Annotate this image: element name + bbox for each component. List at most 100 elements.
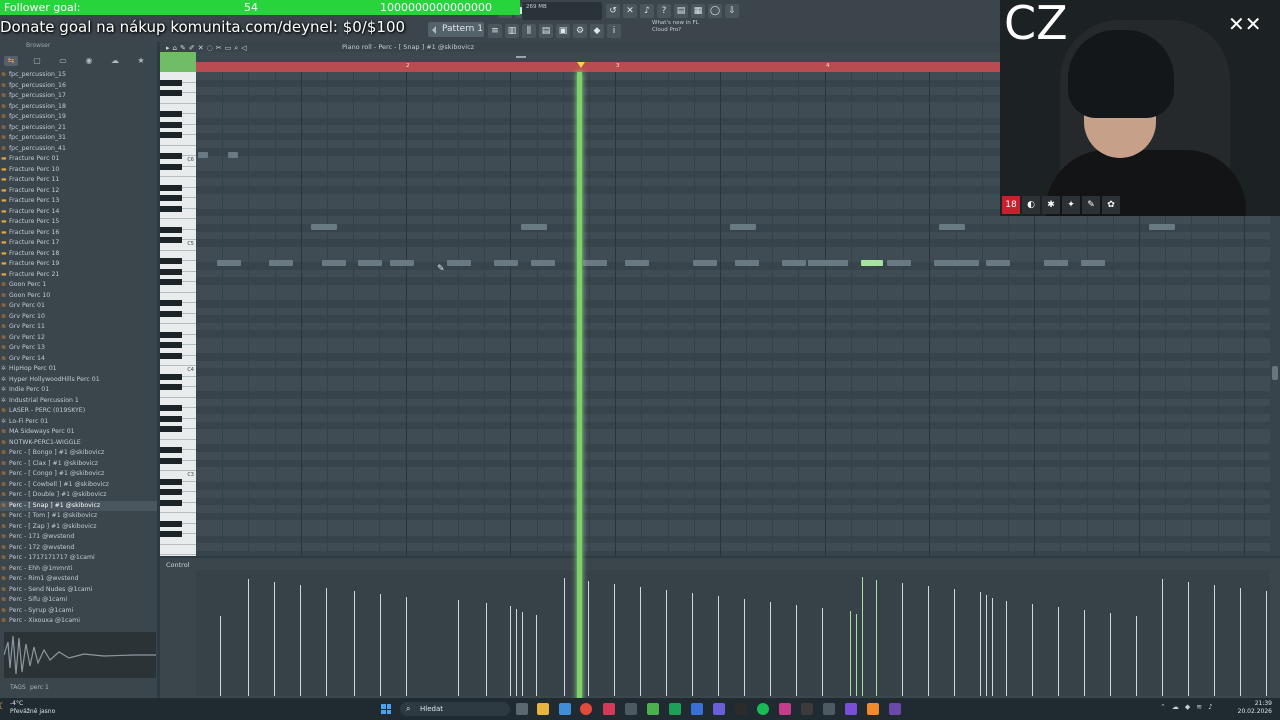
note[interactable]	[311, 224, 338, 230]
taskbar-clock[interactable]: 21:39 20.02.2026	[1222, 700, 1272, 716]
playhead-marker-icon[interactable]	[577, 62, 585, 68]
playlist-icon[interactable]: ≡	[488, 24, 502, 38]
piano-black-key[interactable]	[160, 384, 182, 390]
browser-item[interactable]: ▬ Fracture Perc 19	[0, 259, 157, 270]
piano-black-key[interactable]	[160, 226, 182, 233]
browser-item[interactable]: ≋ Grv Perc 14	[0, 354, 157, 365]
piano-black-key[interactable]	[160, 90, 182, 96]
velocity-stem[interactable]	[1006, 601, 1007, 696]
note[interactable]	[693, 260, 718, 266]
piano-black-key[interactable]	[160, 163, 182, 170]
velocity-stem[interactable]	[564, 578, 565, 696]
note[interactable]	[1148, 224, 1175, 230]
vertical-scroll-thumb[interactable]	[1272, 366, 1278, 380]
velocity-stem[interactable]	[954, 589, 955, 696]
browser-item[interactable]: ▬ Fracture Perc 17	[0, 238, 157, 249]
velocity-stem[interactable]	[458, 600, 459, 696]
browser-item[interactable]: ≋ Perc - Rim1 @wvstend	[0, 574, 157, 585]
piano-black-key[interactable]	[160, 279, 182, 285]
browser-project-icon[interactable]: ▭	[56, 56, 70, 66]
note[interactable]	[955, 260, 980, 266]
timeline-ruler[interactable]: 2 3 4	[196, 62, 1000, 72]
note[interactable]	[269, 260, 294, 266]
velocity-stem[interactable]	[1240, 588, 1241, 696]
horizontal-scrollbar[interactable]	[196, 52, 1000, 62]
note[interactable]	[1044, 260, 1069, 266]
piano-black-key[interactable]	[160, 121, 182, 128]
velocity-stem[interactable]	[614, 584, 615, 696]
weather-widget[interactable]: -4°C Převážně jasno	[10, 700, 55, 716]
browser-item[interactable]: ▬ Fracture Perc 10	[0, 165, 157, 176]
velocity-stem[interactable]	[692, 593, 693, 696]
browser-item[interactable]: ✲ HipHop Perc 01	[0, 364, 157, 375]
browser-item[interactable]: ≋ Goon Perc 1	[0, 280, 157, 291]
browser-item[interactable]: ≋ Grv Perc 13	[0, 343, 157, 354]
velocity-stem[interactable]	[406, 597, 407, 696]
piano-black-key[interactable]	[160, 310, 182, 317]
browser-item[interactable]: ≋ fpc_percussion_17	[0, 91, 157, 102]
note[interactable]	[321, 260, 346, 266]
note[interactable]	[729, 224, 756, 230]
save-icon[interactable]: ▤	[674, 4, 688, 18]
tray-arrow-icon[interactable]: ⌃	[1160, 703, 1166, 711]
velocity-stem[interactable]	[1058, 607, 1059, 696]
piano-black-key[interactable]	[160, 489, 182, 495]
browser-item[interactable]: ✲ Industrial Percussion 1	[0, 396, 157, 407]
browser-item[interactable]: ≋ fpc_percussion_41	[0, 144, 157, 155]
velocity-stem[interactable]	[640, 587, 641, 696]
chrome-icon[interactable]	[580, 703, 592, 715]
piano-black-key[interactable]	[160, 331, 182, 338]
browser-item[interactable]: ≋ Perc - 172 @wvstend	[0, 543, 157, 554]
plugin-icon[interactable]: ⚙	[573, 24, 587, 38]
velocity-stem[interactable]	[856, 614, 857, 696]
close-icon[interactable]: ✕	[623, 4, 637, 18]
tray-cloud-icon[interactable]: ☁	[1172, 703, 1179, 711]
app-icon-6[interactable]	[625, 703, 637, 715]
browser-cloud-icon[interactable]: ☁	[108, 56, 122, 66]
browser-item[interactable]: ≋ Perc - Send Nudes @1cami	[0, 585, 157, 596]
velocity-stem[interactable]	[980, 592, 981, 696]
piano-black-key[interactable]	[160, 415, 182, 422]
piano-black-key[interactable]	[160, 153, 182, 159]
piano-black-key[interactable]	[160, 531, 182, 537]
velocity-stem[interactable]	[220, 616, 221, 696]
app-icon-13[interactable]	[779, 703, 791, 715]
horizontal-scroll-thumb[interactable]	[516, 56, 526, 58]
download-icon[interactable]: ⇩	[725, 4, 739, 18]
piano-black-key[interactable]	[160, 132, 182, 138]
piano-black-key[interactable]	[160, 300, 182, 306]
velocity-stem[interactable]	[1188, 582, 1189, 696]
piano-black-key[interactable]	[160, 342, 182, 348]
velocity-stem[interactable]	[666, 590, 667, 696]
note[interactable]	[939, 224, 966, 230]
mixer-icon[interactable]: ⫼	[522, 24, 536, 38]
browser-item[interactable]: ≋ Grv Perc 10	[0, 312, 157, 323]
pattern-selector[interactable]: Pattern 1	[428, 22, 484, 37]
browser-item[interactable]: ▬ Fracture Perc 14	[0, 207, 157, 218]
velocity-stem[interactable]	[822, 608, 823, 696]
velocity-stem[interactable]	[770, 602, 771, 696]
browser-icon[interactable]: ▣	[556, 24, 570, 38]
piano-black-key[interactable]	[160, 195, 182, 201]
browser-plugins-icon[interactable]: ◉	[82, 56, 96, 66]
mail-icon[interactable]	[559, 703, 571, 715]
browser-files-icon[interactable]: ▢	[30, 56, 44, 66]
browser-item[interactable]: ▬ Fracture Perc 18	[0, 249, 157, 260]
velocity-stem[interactable]	[1084, 610, 1085, 696]
piano-roll-icon[interactable]: ▥	[505, 24, 519, 38]
browser-item[interactable]: ≋ fpc_percussion_21	[0, 123, 157, 134]
browser-star-icon[interactable]: ★	[134, 56, 148, 66]
velocity-stem[interactable]	[928, 586, 929, 696]
browser-item[interactable]: ≋ Grv Perc 11	[0, 322, 157, 333]
taskbar-search[interactable]: ⌕ Hledat	[400, 702, 510, 716]
browser-item[interactable]: ≋ Grv Perc 01	[0, 301, 157, 312]
app-icon-5[interactable]	[603, 703, 615, 715]
velocity-stem[interactable]	[862, 577, 863, 696]
browser-item[interactable]: ▬ Fracture Perc 15	[0, 217, 157, 228]
piano-black-key[interactable]	[160, 499, 182, 506]
browser-item[interactable]: ✲ Lo-Fi Perc 01	[0, 417, 157, 428]
task-view-icon[interactable]	[516, 703, 528, 715]
piano-black-key[interactable]	[160, 405, 182, 411]
velocity-stem[interactable]	[274, 582, 275, 696]
browser-item[interactable]: ≋ Perc - [ Snap ] #1 @skibovicz	[0, 500, 157, 511]
